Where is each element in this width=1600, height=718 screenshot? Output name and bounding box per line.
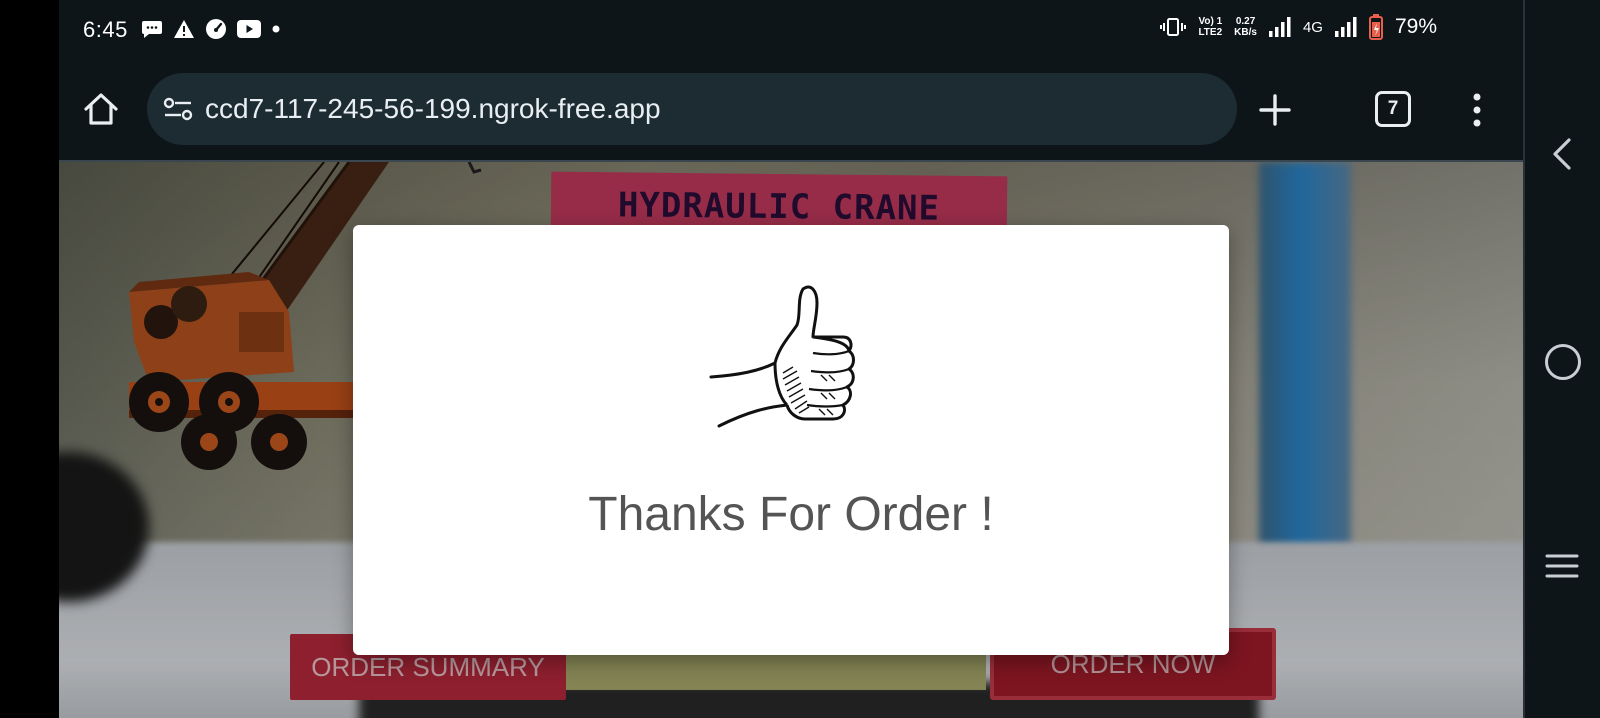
system-indicators: Vo) 1 LTE2 0.27 KB/s 4G 79% (1160, 14, 1437, 40)
speed-unit: KB/s (1234, 27, 1257, 38)
more-menu-icon[interactable] (1469, 90, 1485, 130)
network-speed: 0.27 KB/s (1234, 16, 1257, 38)
thumbs-up-icon (709, 285, 855, 428)
browser-toolbar: ccd7-117-245-56-199.ngrok-free.app 7 (59, 60, 1523, 162)
vibrate-icon (1160, 18, 1187, 36)
signal-icon (1268, 17, 1291, 37)
android-nav-bar (1523, 0, 1600, 718)
chat-icon (142, 21, 162, 38)
home-nav-icon[interactable] (1545, 344, 1581, 380)
dot-icon (272, 25, 280, 33)
youtube-icon (237, 20, 261, 38)
alert-icon (174, 20, 194, 38)
order-confirmation-dialog: Thanks For Order ! (353, 225, 1229, 655)
signal-icon-2 (1334, 17, 1357, 37)
network-type: 4G (1302, 18, 1323, 36)
tab-switcher-button[interactable]: 7 (1375, 91, 1411, 127)
status-bar: 6:45 Vo) 1 LTE2 0.27 KB/s 4G 79% (59, 0, 1523, 60)
lte-label: LTE2 (1198, 27, 1223, 38)
volte-label: Vo) 1 (1198, 16, 1223, 27)
order-thanks-message: Thanks For Order ! (588, 488, 994, 541)
address-bar[interactable]: ccd7-117-245-56-199.ngrok-free.app (147, 73, 1237, 145)
volte-indicator: Vo) 1 LTE2 (1198, 16, 1222, 38)
home-icon[interactable] (81, 89, 121, 129)
recents-icon[interactable] (1545, 552, 1579, 580)
back-icon[interactable] (1549, 136, 1577, 172)
battery-icon (1368, 14, 1383, 40)
site-settings-icon[interactable] (163, 95, 193, 123)
status-time: 6:45 (83, 17, 128, 42)
notification-icons (141, 18, 281, 40)
url-text[interactable]: ccd7-117-245-56-199.ngrok-free.app (205, 93, 661, 125)
new-tab-icon[interactable] (1255, 90, 1295, 130)
speed-value: 0.27 (1235, 16, 1256, 27)
battery-percent: 79% (1394, 15, 1437, 38)
screen: 6:45 Vo) 1 LTE2 0.27 KB/s 4G 79% ccd7-11… (0, 0, 1600, 718)
speed-icon (206, 19, 226, 39)
